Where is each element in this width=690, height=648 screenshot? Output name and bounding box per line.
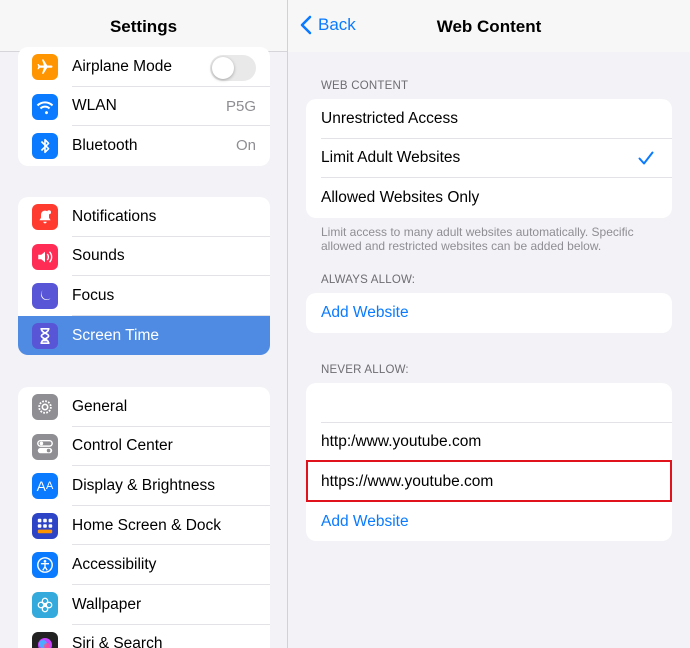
web-content-pane: Back Web Content WEB CONTENT Unrestricte… <box>288 0 690 648</box>
connectivity-group: Airplane Mode WLAN P5G Bluetooth On <box>18 47 270 166</box>
sidebar-item-label: Notifications <box>72 207 157 225</box>
attention-group: Notifications Sounds Focus Screen Time <box>18 197 270 355</box>
sidebar-item-sounds[interactable]: Sounds <box>18 237 270 277</box>
gear-icon <box>32 394 58 420</box>
highlight-box <box>306 460 672 502</box>
bell-icon <box>32 204 58 230</box>
option-label: Allowed Websites Only <box>321 188 480 206</box>
detail-header: Back Web Content <box>288 0 690 52</box>
airplane-icon <box>32 54 58 80</box>
sidebar-item-label: Screen Time <box>72 326 160 344</box>
sidebar-item-control-center[interactable]: Control Center <box>18 427 270 467</box>
sidebar-item-label: Sounds <box>72 247 125 265</box>
always-allow-list: Add Website <box>306 293 672 333</box>
sidebar-item-label: WLAN <box>72 97 117 115</box>
always-allow-add-website[interactable]: Add Website <box>306 293 672 333</box>
option-allowed-websites-only[interactable]: Allowed Websites Only <box>306 178 672 218</box>
add-website-link: Add Website <box>321 303 409 321</box>
sidebar-item-label: Wallpaper <box>72 595 142 613</box>
sidebar-item-wallpaper[interactable]: Wallpaper <box>18 585 270 625</box>
sidebar-item-label: Display & Brightness <box>72 476 216 494</box>
never-allow-item-empty[interactable] <box>306 383 672 423</box>
sidebar-item-label: Siri & Search <box>72 635 163 648</box>
sidebar-item-display-brightness[interactable]: AA Display & Brightness <box>18 466 270 506</box>
never-allow-item-http-youtube[interactable]: http:/www.youtube.com <box>306 423 672 463</box>
option-label: Unrestricted Access <box>321 109 458 127</box>
sidebar-item-siri-search[interactable]: Siri & Search <box>18 625 270 648</box>
moon-icon <box>32 283 58 310</box>
add-website-link: Add Website <box>321 512 409 530</box>
sidebar-item-focus[interactable]: Focus <box>18 276 270 316</box>
sidebar-item-label: Accessibility <box>72 556 157 574</box>
sidebar-item-airplane-mode[interactable]: Airplane Mode <box>18 47 270 87</box>
wifi-icon <box>32 93 58 120</box>
bluetooth-icon <box>32 133 58 160</box>
bluetooth-value: On <box>235 137 256 155</box>
option-limit-adult-websites[interactable]: Limit Adult Websites <box>306 139 672 179</box>
sidebar-item-label: Home Screen & Dock <box>72 516 222 534</box>
sidebar-item-bluetooth[interactable]: Bluetooth On <box>18 126 270 166</box>
settings-sidebar: Settings Airplane Mode WLAN P5G Bluetoot… <box>0 0 287 648</box>
web-content-footer: Limit access to many adult websites auto… <box>321 225 634 253</box>
wlan-value: P5G <box>225 97 256 115</box>
sidebar-item-wlan[interactable]: WLAN P5G <box>18 87 270 127</box>
speaker-icon <box>32 243 58 270</box>
sidebar-item-home-screen-dock[interactable]: Home Screen & Dock <box>18 506 270 546</box>
sidebar-item-accessibility[interactable]: Accessibility <box>18 545 270 585</box>
page-title: Web Content <box>436 17 542 36</box>
never-allow-section-header: NEVER ALLOW: <box>321 364 409 376</box>
always-allow-section-header: ALWAYS ALLOW: <box>321 274 416 286</box>
web-content-section-header: WEB CONTENT <box>321 80 409 92</box>
checkmark-icon <box>638 151 654 165</box>
sidebar-item-label: Focus <box>72 286 115 304</box>
sidebar-item-notifications[interactable]: Notifications <box>18 197 270 237</box>
system-group: General Control Center AA Display & Brig… <box>18 387 270 648</box>
flower-icon <box>32 591 58 618</box>
web-content-options: Unrestricted Access Limit Adult Websites… <box>306 99 672 218</box>
never-allow-add-website[interactable]: Add Website <box>306 502 672 541</box>
option-label: Limit Adult Websites <box>321 149 461 167</box>
sidebar-item-label: Bluetooth <box>72 136 138 154</box>
switches-icon <box>32 433 58 460</box>
sidebar-item-general[interactable]: General <box>18 387 270 427</box>
option-unrestricted-access[interactable]: Unrestricted Access <box>306 99 672 139</box>
hourglass-icon <box>32 322 58 349</box>
airplane-mode-toggle[interactable] <box>210 55 256 81</box>
sidebar-item-label: Airplane Mode <box>72 57 172 75</box>
sidebar-item-label: General <box>72 397 128 415</box>
sidebar-title: Settings <box>109 17 178 36</box>
app-grid-icon <box>32 512 58 539</box>
accessibility-icon <box>32 552 58 579</box>
sidebar-header: Settings <box>0 0 287 52</box>
siri-icon <box>32 631 58 648</box>
sidebar-item-label: Control Center <box>72 437 173 455</box>
text-size-icon: AA <box>32 473 58 500</box>
website-url: http:/www.youtube.com <box>321 433 482 451</box>
sidebar-item-screen-time[interactable]: Screen Time <box>18 315 270 355</box>
